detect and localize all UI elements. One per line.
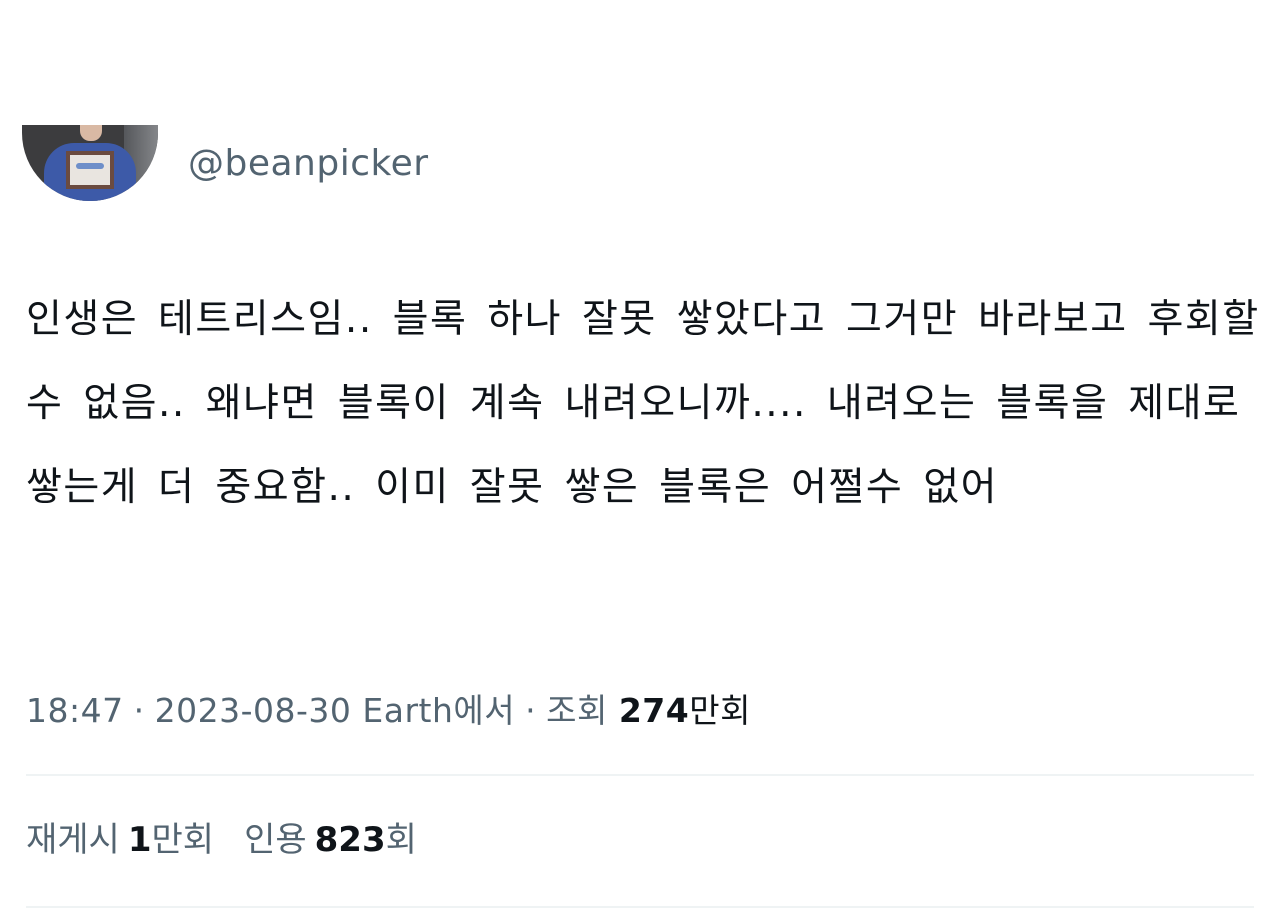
retweets-label: 재게시 xyxy=(26,820,120,860)
tweet-text: 인생은 테트리스임.. 블록 하나 잘못 쌓았다고 그거만 바라보고 후회할 수… xyxy=(26,297,1260,510)
views-unit: 만회 xyxy=(689,691,751,730)
tweet-stats: 재게시 1만회 인용 823회 xyxy=(26,812,417,861)
tweet-source: Earth에서 xyxy=(362,691,516,730)
views-label: 조회 xyxy=(546,691,608,730)
author-handle[interactable]: @beanpicker xyxy=(188,143,429,184)
tweet-time[interactable]: 18:47 xyxy=(26,691,124,730)
retweets-unit: 만회 xyxy=(151,820,215,860)
avatar-held-frame xyxy=(66,151,114,189)
meta-separator: · xyxy=(133,691,145,730)
quotes-unit: 회 xyxy=(385,820,417,860)
meta-separator: · xyxy=(525,691,537,730)
avatar-neck xyxy=(80,125,102,141)
tweet-meta: 18:47 · 2023-08-30 Earth에서 · 조회 274만회 xyxy=(26,684,751,732)
quotes-value: 823 xyxy=(314,820,386,860)
quotes-stat[interactable]: 인용 823회 xyxy=(244,812,417,861)
divider xyxy=(26,906,1254,908)
retweets-value: 1 xyxy=(127,820,152,860)
avatar[interactable] xyxy=(22,125,158,201)
quotes-label: 인용 xyxy=(244,820,307,860)
views-value: 274 xyxy=(618,691,690,730)
tweet-card: @beanpicker 인생은 테트리스임.. 블록 하나 잘못 쌓았다고 그거… xyxy=(0,0,1280,924)
tweet-date[interactable]: 2023-08-30 xyxy=(155,691,352,730)
avatar-frame-mark xyxy=(76,163,104,169)
divider xyxy=(26,774,1254,776)
retweets-stat[interactable]: 재게시 1만회 xyxy=(26,812,214,861)
tweet-header: @beanpicker xyxy=(22,124,429,202)
